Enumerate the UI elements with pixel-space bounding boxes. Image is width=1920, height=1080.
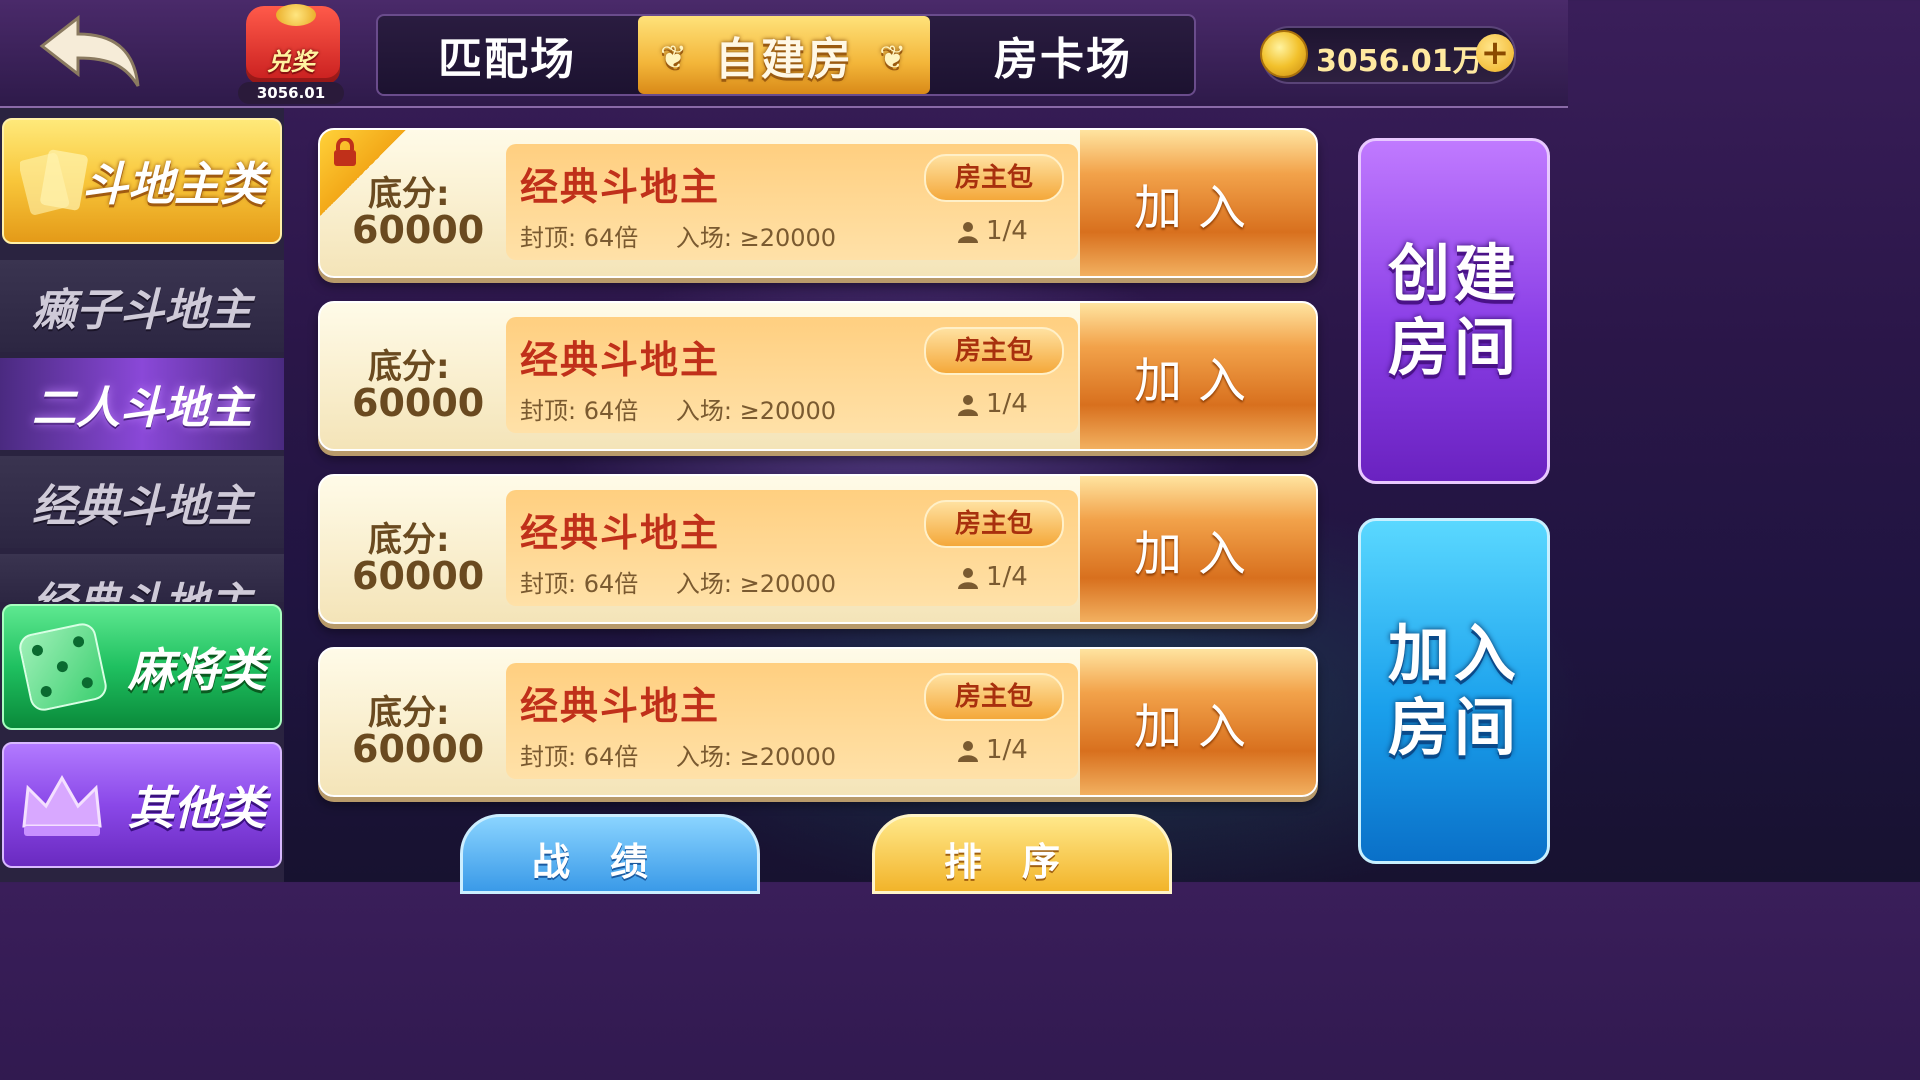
- room-cap: 封顶: 64倍: [520, 224, 639, 252]
- person-icon: [958, 567, 978, 589]
- coin-pile-icon: [276, 4, 316, 26]
- score-value: 60000: [352, 727, 485, 771]
- sort-tab-label: 排序: [943, 840, 1100, 884]
- stats-tab[interactable]: 战绩: [460, 814, 760, 894]
- room-card: 底分: 60000 经典斗地主 封顶: 64倍 入场: ≥20000 房主包 1…: [318, 474, 1318, 624]
- crown-icon: [22, 774, 102, 836]
- join-room-button[interactable]: 加入: [1080, 476, 1316, 622]
- owner-pays-badge: 房主包: [924, 500, 1064, 548]
- player-count-value: 1/4: [986, 735, 1028, 765]
- player-count: 1/4: [958, 562, 1028, 592]
- owner-pays-badge: 房主包: [924, 673, 1064, 721]
- room-card: 底分: 60000 经典斗地主 封顶: 64倍 入场: ≥20000 房主包 1…: [318, 128, 1318, 278]
- room-info: 经典斗地主 封顶: 64倍 入场: ≥20000 房主包 1/4: [506, 663, 1078, 779]
- player-count: 1/4: [958, 216, 1028, 246]
- mode-tabs: 匹配场 ❦ 自建房 ❦ 房卡场: [376, 14, 1196, 96]
- room-name: 经典斗地主: [520, 511, 721, 555]
- room-info: 经典斗地主 封顶: 64倍 入场: ≥20000 房主包 1/4: [506, 490, 1078, 606]
- person-icon: [958, 221, 978, 243]
- sub-item-label: 癞子斗地主: [32, 285, 252, 336]
- laurel-right-icon: ❦: [879, 38, 908, 76]
- cards-icon: [20, 149, 88, 215]
- score-value: 60000: [352, 381, 485, 425]
- category-mahjong-label: 麻将类: [128, 643, 266, 697]
- sub-item-classic[interactable]: 经典斗地主: [0, 456, 284, 548]
- room-entry: 入场: ≥20000: [675, 570, 837, 598]
- laurel-left-icon: ❦: [660, 38, 689, 76]
- sub-item-two-player[interactable]: 二人斗地主: [0, 358, 284, 450]
- room-meta: 封顶: 64倍 入场: ≥20000: [520, 218, 866, 253]
- join-room-button[interactable]: 加入: [1080, 303, 1316, 449]
- room-entry: 入场: ≥20000: [675, 224, 837, 252]
- join-room-label: 加入: [1133, 353, 1262, 409]
- lock-icon: [334, 138, 356, 166]
- create-room-label-2: 房间: [1387, 311, 1520, 384]
- room-name: 经典斗地主: [520, 165, 721, 209]
- sort-tab[interactable]: 排序: [872, 814, 1172, 894]
- category-doudizhu[interactable]: 斗地主类: [2, 118, 282, 244]
- room-meta: 封顶: 64倍 入场: ≥20000: [520, 564, 866, 599]
- room-name: 经典斗地主: [520, 684, 721, 728]
- sub-item-classic-2[interactable]: 经典斗地主: [0, 554, 284, 602]
- person-icon: [958, 394, 978, 416]
- tab-match-label: 匹配场: [438, 34, 576, 85]
- dice-icon: [16, 620, 110, 714]
- room-card: 底分: 60000 经典斗地主 封顶: 64倍 入场: ≥20000 房主包 1…: [318, 647, 1318, 797]
- room-info: 经典斗地主 封顶: 64倍 入场: ≥20000 房主包 1/4: [506, 144, 1078, 260]
- category-panel: 斗地主类 癞子斗地主 二人斗地主 经典斗地主 经典斗地主 麻将类 其他类: [0, 108, 284, 882]
- back-arrow-icon[interactable]: [30, 12, 150, 96]
- owner-pays-badge: 房主包: [924, 327, 1064, 375]
- tab-custom-room[interactable]: ❦ 自建房 ❦: [638, 16, 930, 94]
- room-cap: 封顶: 64倍: [520, 743, 639, 771]
- sub-item-laizi[interactable]: 癞子斗地主: [0, 260, 284, 352]
- category-doudizhu-label: 斗地主类: [82, 157, 266, 211]
- score-value: 60000: [352, 208, 485, 252]
- join-room-label: 加入: [1133, 526, 1262, 582]
- player-count: 1/4: [958, 389, 1028, 419]
- redeem-label: 兑奖: [267, 48, 315, 76]
- player-count-value: 1/4: [986, 216, 1028, 246]
- room-info: 经典斗地主 封顶: 64倍 入场: ≥20000 房主包 1/4: [506, 317, 1078, 433]
- room-cap: 封顶: 64倍: [520, 570, 639, 598]
- sub-item-label: 经典斗地主: [32, 568, 252, 602]
- tab-match[interactable]: 匹配场: [378, 16, 636, 94]
- player-count-value: 1/4: [986, 562, 1028, 592]
- category-other[interactable]: 其他类: [2, 742, 282, 868]
- join-room-button[interactable]: 加入: [1080, 130, 1316, 276]
- create-room-label-1: 创建: [1387, 237, 1520, 310]
- join-room-label: 加入: [1133, 180, 1262, 236]
- add-coins-button[interactable]: +: [1476, 34, 1514, 72]
- room-cap: 封顶: 64倍: [520, 397, 639, 425]
- create-room-button[interactable]: 创建 房间: [1358, 138, 1550, 484]
- join-room-by-id-button[interactable]: 加入 房间: [1358, 518, 1550, 864]
- join-room-label: 加入: [1133, 699, 1262, 755]
- category-mahjong[interactable]: 麻将类: [2, 604, 282, 730]
- owner-pays-badge: 房主包: [924, 154, 1064, 202]
- coin-amount: 3056.01万: [1316, 44, 1483, 79]
- join-room-label-2: 房间: [1387, 691, 1520, 764]
- player-count: 1/4: [958, 735, 1028, 765]
- redeem-button[interactable]: 兑奖 3056.01: [232, 4, 350, 104]
- stats-tab-label: 战绩: [531, 840, 688, 884]
- join-room-button[interactable]: 加入: [1080, 649, 1316, 795]
- room-meta: 封顶: 64倍 入场: ≥20000: [520, 391, 866, 426]
- room-card: 底分: 60000 经典斗地主 封顶: 64倍 入场: ≥20000 房主包 1…: [318, 301, 1318, 451]
- tab-room-card-label: 房卡场: [994, 34, 1132, 85]
- redeem-amount: 3056.01: [238, 82, 344, 104]
- coin-balance: 3056.01万 +: [1260, 26, 1516, 84]
- join-room-label-1: 加入: [1387, 617, 1520, 690]
- room-meta: 封顶: 64倍 入场: ≥20000: [520, 737, 866, 772]
- tab-room-card[interactable]: 房卡场: [934, 16, 1192, 94]
- room-entry: 入场: ≥20000: [675, 743, 837, 771]
- sub-item-label: 经典斗地主: [32, 481, 252, 532]
- score-value: 60000: [352, 554, 485, 598]
- room-entry: 入场: ≥20000: [675, 397, 837, 425]
- tab-custom-room-label: 自建房: [715, 34, 853, 85]
- person-icon: [958, 740, 978, 762]
- category-other-label: 其他类: [128, 781, 266, 835]
- gold-coin-icon: [1260, 30, 1308, 78]
- player-count-value: 1/4: [986, 389, 1028, 419]
- room-name: 经典斗地主: [520, 338, 721, 382]
- sub-item-label: 二人斗地主: [32, 383, 252, 434]
